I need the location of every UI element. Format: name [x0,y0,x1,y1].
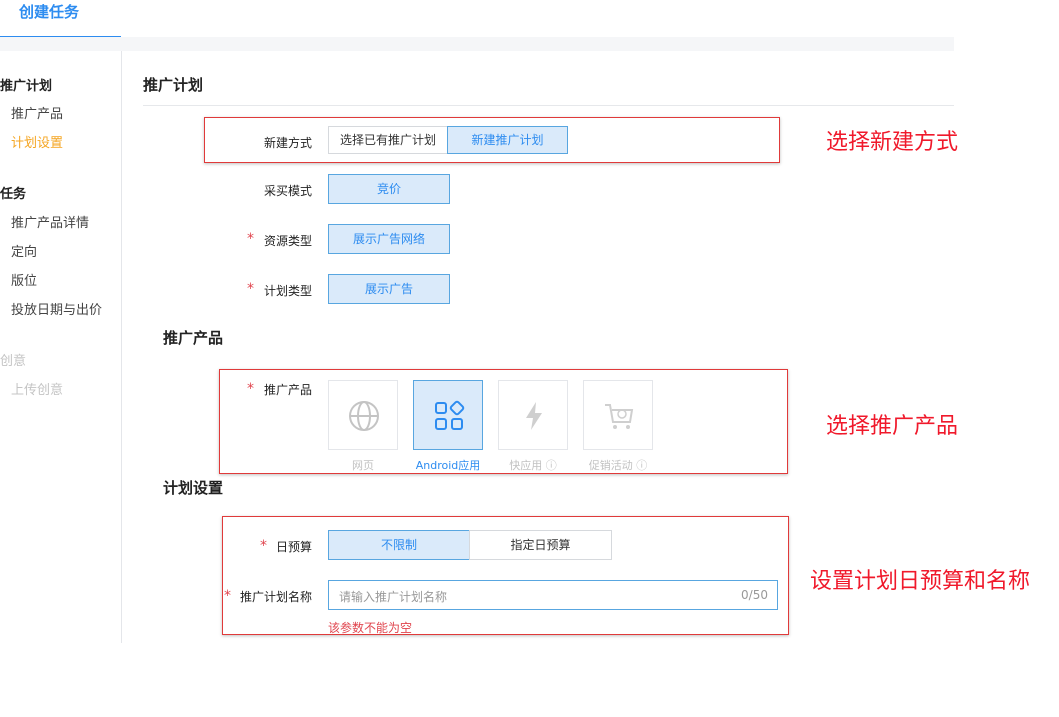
annotation-product: 选择推广产品 [826,414,959,439]
annotation-box-new-mode [204,117,780,163]
product-section-title: 推广产品 [163,329,224,347]
sidebar-divider [121,51,122,643]
sidebar-item-targeting[interactable]: 定向 [11,241,37,260]
annotation-new-mode: 选择新建方式 [826,130,959,155]
display-network-button[interactable]: 展示广告网络 [328,224,450,254]
title-divider [143,105,954,106]
plan-type-label: 计划类型 [263,284,312,298]
sidebar-item-product[interactable]: 推广产品 [11,103,63,122]
annotation-box-settings [222,516,789,635]
tab-create-task[interactable]: 创建任务 [0,0,121,38]
resource-type-label: 资源类型 [263,234,312,248]
page-title: 推广计划 [143,76,204,94]
sidebar-item-product-detail[interactable]: 推广产品详情 [11,212,89,231]
sidebar-group-task[interactable]: 任务 [0,183,26,202]
bidding-button[interactable]: 竞价 [328,174,450,204]
header-strip [0,37,954,51]
sidebar-item-plan-settings[interactable]: 计划设置 [11,132,63,151]
annotation-settings: 设置计划日预算和名称 [810,569,1031,594]
annotation-box-product [219,369,788,474]
sidebar-item-placement[interactable]: 版位 [11,270,37,289]
sidebar-group-plan[interactable]: 推广计划 [0,75,52,94]
sidebar-item-schedule-bid[interactable]: 投放日期与出价 [11,299,102,318]
sidebar-group-creative: 创意 [0,354,27,369]
sidebar-item-upload-creative: 上传创意 [11,383,64,398]
display-ad-button[interactable]: 展示广告 [328,274,450,304]
tab-create-task-label: 创建任务 [19,3,80,21]
purchase-mode-label: 采买模式 [263,184,312,198]
settings-section-title: 计划设置 [163,479,224,497]
